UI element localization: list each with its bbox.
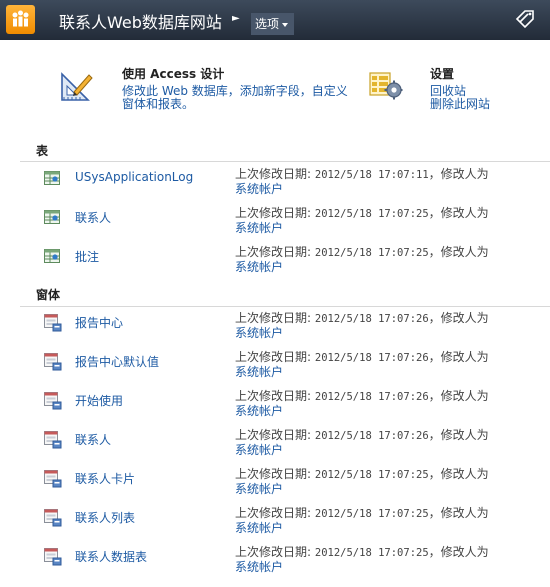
table-icon[interactable]	[44, 170, 60, 186]
modified-by-label: ，修改人为	[428, 545, 489, 559]
tables-section-title: 表	[36, 144, 49, 158]
modified-by-label: ，修改人为	[428, 506, 489, 520]
item-modified-info: 上次修改日期: 2012/5/18 17:07:11，修改人为 系统帐户	[235, 167, 489, 196]
modified-date: 2012/5/18 17:07:26	[314, 391, 429, 403]
options-menu-button[interactable]: 选项	[251, 13, 295, 35]
item-name-link[interactable]: 批注	[75, 248, 99, 265]
modified-by-user-link[interactable]: 系统帐户	[235, 404, 489, 418]
modified-by-user-link[interactable]: 系统帐户	[235, 482, 489, 496]
list-item: 报告中心默认值 上次修改日期: 2012/5/18 17:07:26，修改人为 系统…	[0, 350, 550, 392]
item-modified-info: 上次修改日期: 2012/5/18 17:07:25，修改人为 系统帐户	[235, 545, 489, 574]
site-title[interactable]: 联系人Web数据库网站	[59, 9, 222, 33]
modified-date: 2012/5/18 17:07:25	[314, 469, 429, 481]
list-item: 报告中心 上次修改日期: 2012/5/18 17:07:26，修改人为 系统帐户	[0, 311, 550, 353]
modified-by-user-link[interactable]: 系统帐户	[235, 221, 489, 235]
tag-icon[interactable]	[514, 10, 536, 30]
modified-label: 上次修改日期:	[235, 311, 312, 325]
modified-by-label: ，修改人为	[428, 167, 489, 181]
tables-section-header: 表	[20, 142, 550, 162]
modified-by-user-link[interactable]: 系统帐户	[235, 326, 489, 340]
form-icon[interactable]	[44, 314, 62, 332]
modified-label: 上次修改日期:	[235, 467, 312, 481]
item-name-link[interactable]: 联系人数据表	[75, 548, 147, 565]
modified-label: 上次修改日期:	[235, 506, 312, 520]
modified-by-user-link[interactable]: 系统帐户	[235, 182, 489, 196]
modified-by-label: ，修改人为	[428, 350, 489, 364]
modified-date: 2012/5/18 17:07:26	[314, 313, 429, 325]
modified-label: 上次修改日期:	[235, 206, 312, 220]
modified-label: 上次修改日期:	[235, 167, 312, 181]
list-item: 联系人卡片 上次修改日期: 2012/5/18 17:07:25，修改人为 系统帐户	[0, 467, 550, 509]
table-icon[interactable]	[44, 248, 60, 264]
list-item: 联系人 上次修改日期: 2012/5/18 17:07:26，修改人为 系统帐户	[0, 428, 550, 470]
modified-by-label: ，修改人为	[428, 467, 489, 481]
modified-by-user-link[interactable]: 系统帐户	[235, 443, 489, 457]
modified-date: 2012/5/18 17:07:26	[314, 352, 429, 364]
item-name-link[interactable]: 开始使用	[75, 392, 123, 409]
form-icon[interactable]	[44, 392, 62, 410]
item-name-link[interactable]: 联系人	[75, 431, 111, 448]
item-name-link[interactable]: 联系人卡片	[75, 470, 135, 487]
item-modified-info: 上次修改日期: 2012/5/18 17:07:26，修改人为 系统帐户	[235, 428, 489, 457]
item-modified-info: 上次修改日期: 2012/5/18 17:07:25，修改人为 系统帐户	[235, 245, 489, 274]
modified-label: 上次修改日期:	[235, 389, 312, 403]
chevron-down-icon	[282, 22, 289, 27]
forms-section-header: 窗体	[20, 286, 550, 307]
form-icon[interactable]	[44, 353, 62, 371]
modified-by-user-link[interactable]: 系统帐户	[235, 260, 489, 274]
options-label: 选项	[255, 17, 280, 31]
modified-date: 2012/5/18 17:07:25	[314, 247, 429, 259]
item-name-link[interactable]: 联系人列表	[75, 509, 135, 526]
item-modified-info: 上次修改日期: 2012/5/18 17:07:26，修改人为 系统帐户	[235, 389, 489, 418]
access-design-link[interactable]: 修改此 Web 数据库，添加新字段，自定义 窗体和报表。	[122, 85, 348, 111]
settings-title: 设置	[430, 67, 455, 81]
modified-date: 2012/5/18 17:07:26	[314, 430, 429, 442]
item-name-link[interactable]: 联系人	[75, 209, 111, 226]
table-icon[interactable]	[44, 209, 60, 225]
form-icon[interactable]	[44, 509, 62, 527]
modified-date: 2012/5/18 17:07:11	[314, 169, 429, 181]
list-item: 联系人 上次修改日期: 2012/5/18 17:07:25，修改人为 系统帐户	[0, 206, 550, 248]
item-modified-info: 上次修改日期: 2012/5/18 17:07:26，修改人为 系统帐户	[235, 311, 489, 340]
access-design-link-line2: 窗体和报表。	[122, 97, 195, 111]
form-icon[interactable]	[44, 431, 62, 449]
form-icon[interactable]	[44, 548, 62, 566]
access-design-icon[interactable]	[60, 70, 94, 102]
item-modified-info: 上次修改日期: 2012/5/18 17:07:25，修改人为 系统帐户	[235, 206, 489, 235]
modified-date: 2012/5/18 17:07:25	[314, 508, 429, 520]
modified-label: 上次修改日期:	[235, 245, 312, 259]
modified-date: 2012/5/18 17:07:25	[314, 547, 429, 559]
forms-section-title: 窗体	[36, 288, 61, 302]
site-logo-icon[interactable]	[6, 5, 35, 34]
list-item: 联系人数据表 上次修改日期: 2012/5/18 17:07:25，修改人为 系统帐…	[0, 545, 550, 587]
modified-by-user-link[interactable]: 系统帐户	[235, 365, 489, 379]
modified-by-label: ，修改人为	[428, 311, 489, 325]
top-bar: 联系人Web数据库网站 ► 选项	[0, 0, 550, 40]
delete-site-link[interactable]: 删除此网站	[430, 98, 490, 111]
modified-by-label: ，修改人为	[428, 428, 489, 442]
modified-by-label: ，修改人为	[428, 245, 489, 259]
list-item: 批注 上次修改日期: 2012/5/18 17:07:25，修改人为 系统帐户	[0, 245, 550, 287]
list-item: 联系人列表 上次修改日期: 2012/5/18 17:07:25，修改人为 系统帐户	[0, 506, 550, 548]
modified-label: 上次修改日期:	[235, 428, 312, 442]
form-icon[interactable]	[44, 470, 62, 488]
item-name-link[interactable]: 报告中心默认值	[75, 353, 159, 370]
modified-by-label: ，修改人为	[428, 206, 489, 220]
modified-date: 2012/5/18 17:07:25	[314, 208, 429, 220]
modified-by-label: ，修改人为	[428, 389, 489, 403]
item-modified-info: 上次修改日期: 2012/5/18 17:07:25，修改人为 系统帐户	[235, 467, 489, 496]
modified-label: 上次修改日期:	[235, 350, 312, 364]
list-item: USysApplicationLog 上次修改日期: 2012/5/18 17:0…	[0, 167, 550, 209]
list-item: 开始使用 上次修改日期: 2012/5/18 17:07:26，修改人为 系统帐户	[0, 389, 550, 431]
item-modified-info: 上次修改日期: 2012/5/18 17:07:26，修改人为 系统帐户	[235, 350, 489, 379]
item-name-link[interactable]: USysApplicationLog	[75, 170, 193, 184]
settings-icon[interactable]	[369, 70, 403, 102]
modified-label: 上次修改日期:	[235, 545, 312, 559]
breadcrumb-arrow-icon: ►	[232, 13, 240, 24]
access-design-title: 使用 Access 设计	[122, 67, 225, 81]
item-modified-info: 上次修改日期: 2012/5/18 17:07:25，修改人为 系统帐户	[235, 506, 489, 535]
modified-by-user-link[interactable]: 系统帐户	[235, 521, 489, 535]
item-name-link[interactable]: 报告中心	[75, 314, 123, 331]
